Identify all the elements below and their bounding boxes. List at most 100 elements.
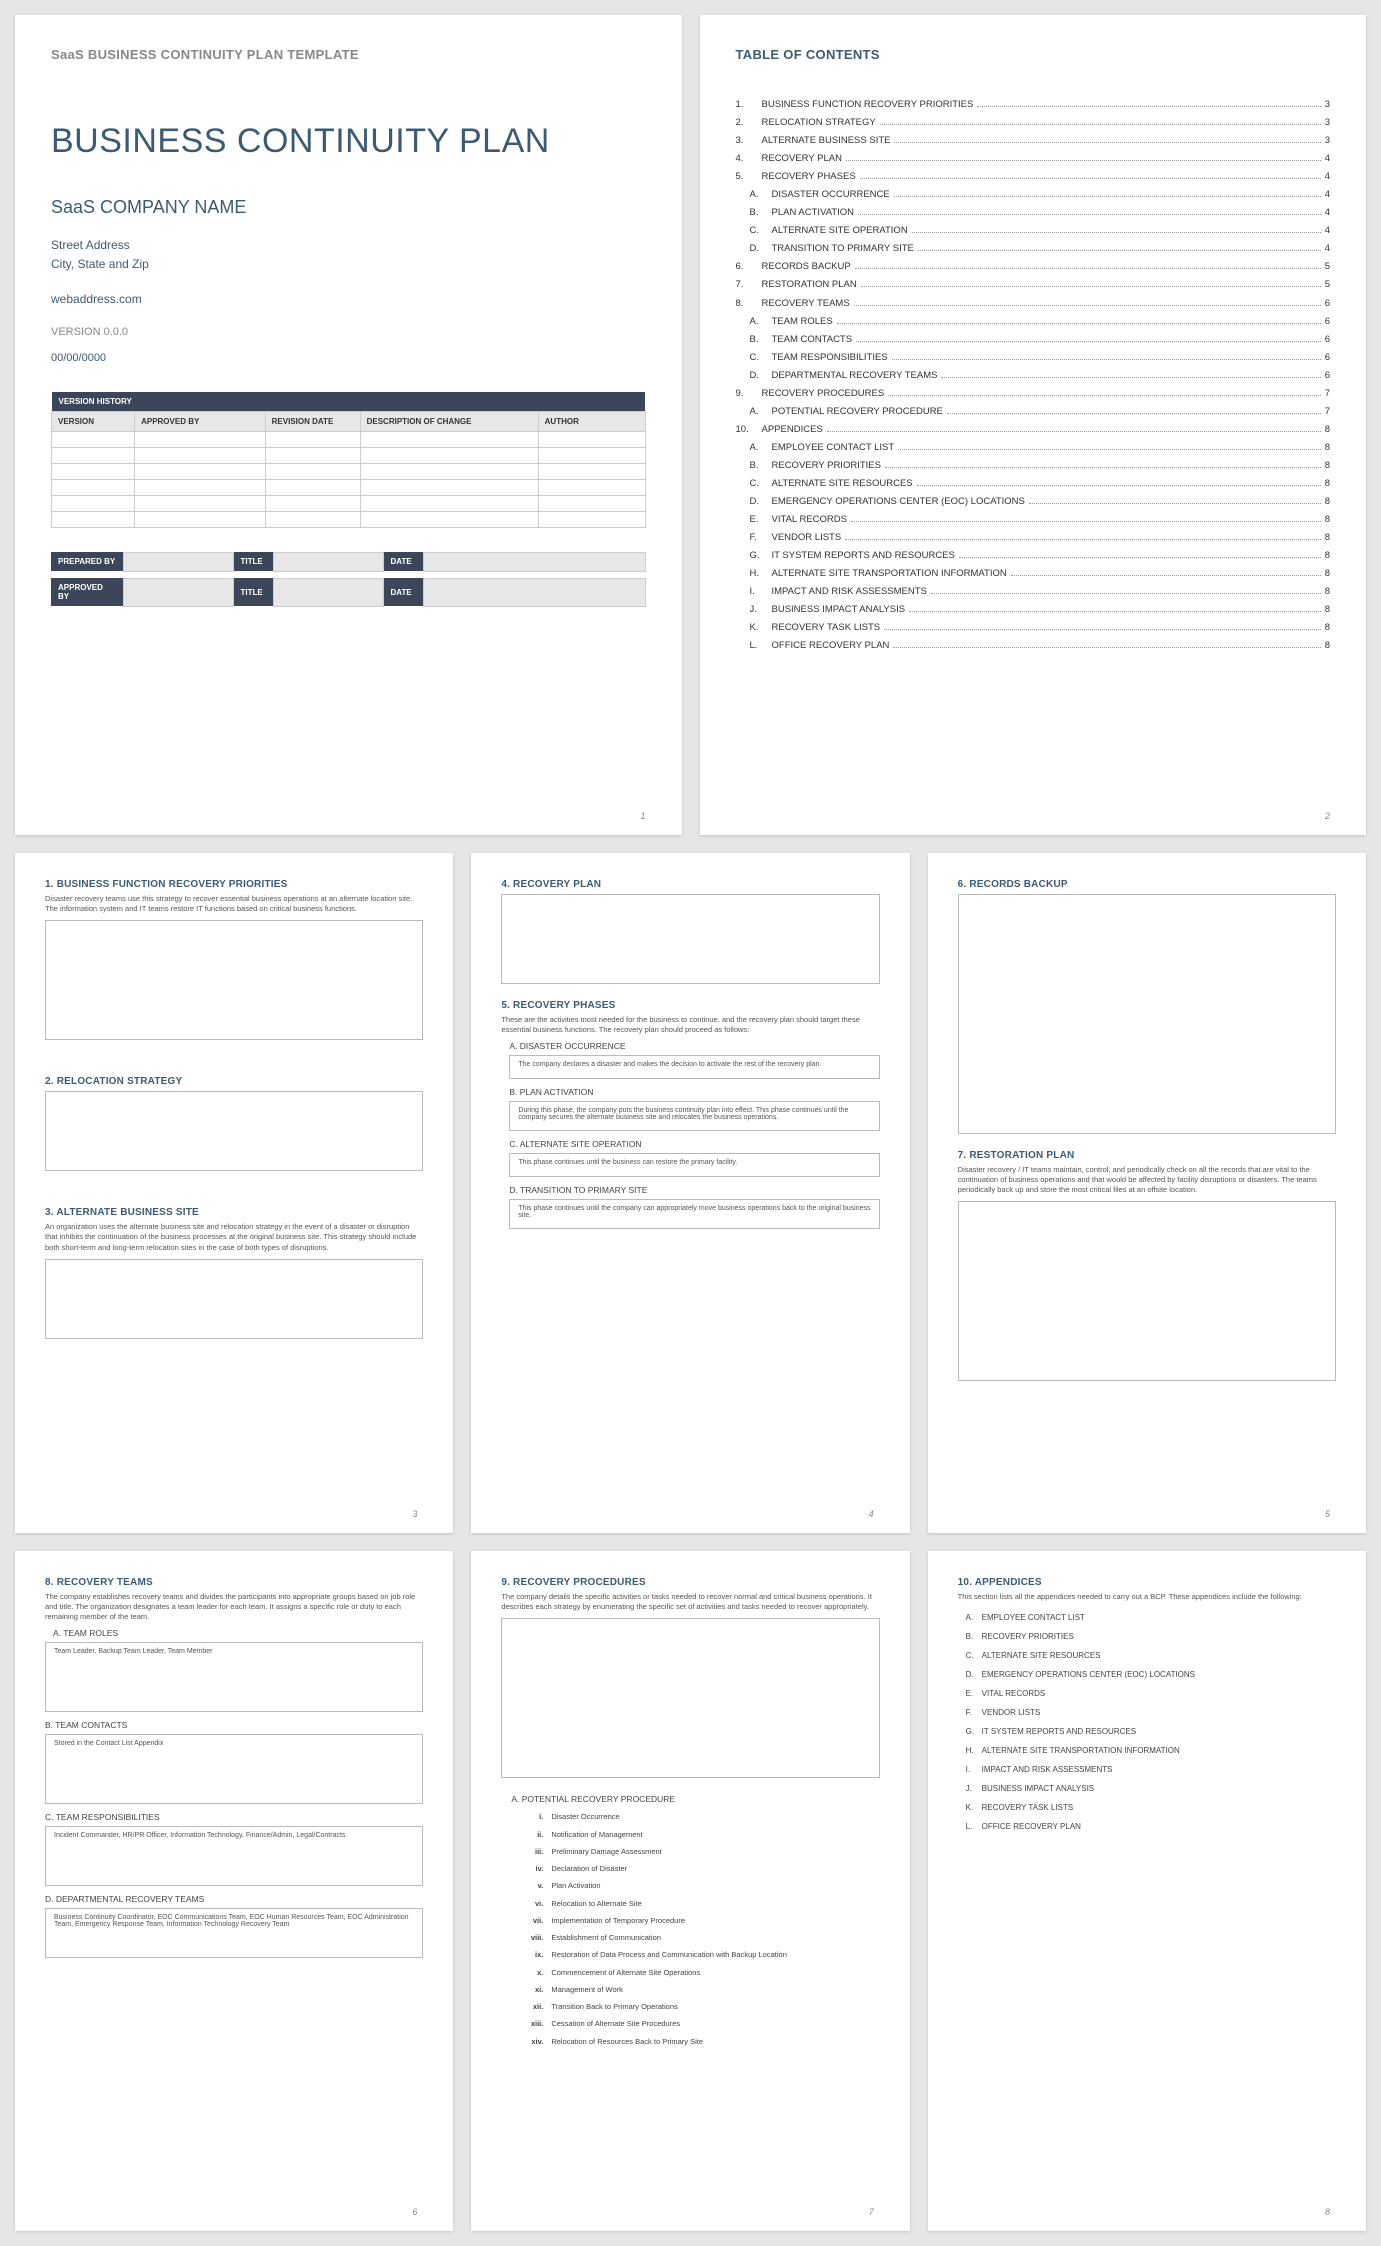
- toc-page: 6: [1325, 367, 1330, 385]
- step-text: Notification of Management: [551, 1830, 642, 1839]
- toc-number: H.: [750, 565, 772, 583]
- toc-number: A.: [750, 403, 772, 421]
- page-number: 2: [1325, 811, 1330, 821]
- toc-page: 3: [1325, 96, 1330, 114]
- toc-number: A.: [750, 186, 772, 204]
- toc-number: I.: [750, 583, 772, 601]
- section-title: 5. RECOVERY PHASES: [501, 1000, 879, 1011]
- page-7: 9. RECOVERY PROCEDURES The company detai…: [471, 1551, 909, 2231]
- list-item: J.BUSINESS IMPACT ANALYSIS: [966, 1779, 1336, 1798]
- appendix-letter: A.: [966, 1613, 982, 1622]
- toc-entry: 1.BUSINESS FUNCTION RECOVERY PRIORITIES3: [736, 96, 1331, 114]
- vh-column-row: VERSION APPROVED BY REVISION DATE DESCRI…: [52, 411, 646, 431]
- toc-label: IT SYSTEM REPORTS AND RESOURCES: [772, 547, 955, 565]
- toc-entry: B.PLAN ACTIVATION4: [736, 204, 1331, 222]
- toc-label: RELOCATION STRATEGY: [762, 114, 876, 132]
- toc-dots: [845, 539, 1321, 540]
- content-box: [958, 894, 1336, 1134]
- toc-number: 10.: [736, 421, 762, 439]
- list-item: xii.Transition Back to Primary Operation…: [547, 1998, 879, 2015]
- toc-entry: A.DISASTER OCCURRENCE4: [736, 186, 1331, 204]
- toc-page: 4: [1325, 168, 1330, 186]
- page-number: 3: [412, 1509, 417, 1519]
- toc-page: 4: [1325, 204, 1330, 222]
- toc-entry: D.TRANSITION TO PRIMARY SITE4: [736, 240, 1331, 258]
- toc-page: 6: [1325, 349, 1330, 367]
- web-address: webaddress.com: [51, 290, 646, 309]
- table-row: [52, 463, 646, 479]
- content-box: This phase continues until the company c…: [509, 1199, 879, 1229]
- toc-label: TEAM ROLES: [772, 313, 833, 331]
- toc-dots: [858, 214, 1321, 215]
- toc-dots: [855, 268, 1321, 269]
- toc-page: 7: [1325, 385, 1330, 403]
- toc-dots: [1029, 503, 1321, 504]
- step-number: xii.: [523, 2001, 543, 2012]
- appendix-letter: I.: [966, 1765, 982, 1774]
- list-item: K.RECOVERY TASK LISTS: [966, 1798, 1336, 1817]
- toc-label: TRANSITION TO PRIMARY SITE: [772, 240, 914, 258]
- toc-entry: J.BUSINESS IMPACT ANALYSIS8: [736, 601, 1331, 619]
- list-item: A.EMPLOYEE CONTACT LIST: [966, 1608, 1336, 1627]
- toc-dots: [959, 557, 1321, 558]
- toc-label: ALTERNATE BUSINESS SITE: [762, 132, 891, 150]
- page-8: 10. APPENDICES This section lists all th…: [928, 1551, 1366, 2231]
- appendix-letter: L.: [966, 1822, 982, 1831]
- appendix-label: RECOVERY TASK LISTS: [982, 1803, 1073, 1812]
- toc-dots: [912, 232, 1321, 233]
- toc-page: 8: [1325, 475, 1330, 493]
- appendix-list: A.EMPLOYEE CONTACT LISTB.RECOVERY PRIORI…: [958, 1608, 1336, 1836]
- subsection-title: C. ALTERNATE SITE OPERATION: [509, 1139, 879, 1149]
- page-number: 8: [1325, 2207, 1330, 2217]
- appendix-letter: H.: [966, 1746, 982, 1755]
- prepared-by-row: PREPARED BY TITLE DATE: [51, 552, 646, 572]
- toc-label: VITAL RECORDS: [772, 511, 848, 529]
- toc-dots: [977, 106, 1320, 107]
- appendix-letter: G.: [966, 1727, 982, 1736]
- toc-dots: [909, 611, 1321, 612]
- toc-entry: 3.ALTERNATE BUSINESS SITE3: [736, 132, 1331, 150]
- toc-label: RECOVERY PHASES: [762, 168, 856, 186]
- toc-number: 3.: [736, 132, 762, 150]
- step-text: Declaration of Disaster: [551, 1864, 627, 1873]
- list-item: vii.Implementation of Temporary Procedur…: [547, 1912, 879, 1929]
- toc-page: 4: [1325, 186, 1330, 204]
- list-item: vi.Relocation to Alternate Site: [547, 1895, 879, 1912]
- toc-entry: H.ALTERNATE SITE TRANSPORTATION INFORMAT…: [736, 565, 1331, 583]
- step-text: Commencement of Alternate Site Operation…: [551, 1968, 700, 1977]
- appendix-label: BUSINESS IMPACT ANALYSIS: [982, 1784, 1094, 1793]
- toc-entry: A.POTENTIAL RECOVERY PROCEDURE7: [736, 403, 1331, 421]
- appendix-label: ALTERNATE SITE RESOURCES: [982, 1651, 1101, 1660]
- step-number: v.: [523, 1880, 543, 1891]
- toc-number: D.: [750, 493, 772, 511]
- toc-dots: [846, 160, 1321, 161]
- section-title: 7. RESTORATION PLAN: [958, 1150, 1336, 1161]
- toc-entry: 2.RELOCATION STRATEGY3: [736, 114, 1331, 132]
- toc-number: A.: [750, 313, 772, 331]
- toc-number: 4.: [736, 150, 762, 168]
- city-state-zip: City, State and Zip: [51, 255, 646, 274]
- content-box: Stored in the Contact List Appendix: [45, 1734, 423, 1804]
- list-item: i.Disaster Occurrence: [547, 1808, 879, 1825]
- toc-number: 8.: [736, 295, 762, 313]
- toc-label: APPENDICES: [762, 421, 823, 439]
- toc-dots: [837, 323, 1321, 324]
- list-item: ix.Restoration of Data Process and Commu…: [547, 1946, 879, 1963]
- toc-entry: F.VENDOR LISTS8: [736, 529, 1331, 547]
- toc-label: RECOVERY TASK LISTS: [772, 619, 881, 637]
- toc-page: 8: [1325, 529, 1330, 547]
- toc-label: OFFICE RECOVERY PLAN: [772, 637, 890, 655]
- list-item: I.IMPACT AND RISK ASSESSMENTS: [966, 1760, 1336, 1779]
- toc-number: D.: [750, 367, 772, 385]
- content-box: This phase continues until the business …: [509, 1153, 879, 1177]
- vh-header: VERSION HISTORY: [52, 392, 646, 412]
- content-box: [45, 1091, 423, 1171]
- content-box: [45, 1259, 423, 1339]
- section-desc: This section lists all the appendices ne…: [958, 1592, 1336, 1602]
- content-box: [45, 920, 423, 1040]
- toc-number: 1.: [736, 96, 762, 114]
- page-number: 7: [869, 2207, 874, 2217]
- toc-number: D.: [750, 240, 772, 258]
- toc-dots: [851, 521, 1321, 522]
- section-title: 6. RECORDS BACKUP: [958, 879, 1336, 890]
